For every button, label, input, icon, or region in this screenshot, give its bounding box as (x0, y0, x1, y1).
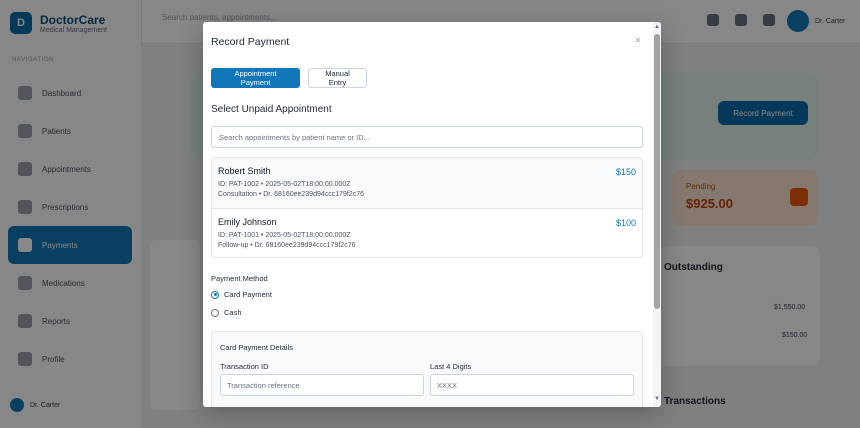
appointment-amount: $150 (615, 167, 636, 177)
card-payment-radio[interactable] (211, 290, 219, 299)
transaction-id-label: Transaction ID (220, 362, 269, 371)
list-item[interactable]: Emily Johnson ID: PAT-1001 • 2025-05-02T… (212, 208, 642, 257)
section-title: Select Unpaid Appointment (211, 104, 332, 115)
modal-scrollbar[interactable]: ▲ ▼ (653, 22, 661, 407)
scroll-thumb[interactable] (654, 34, 660, 309)
cash-radio[interactable] (211, 308, 219, 317)
last4-label: Last 4 Digits (430, 362, 472, 371)
record-payment-modal: Record Payment ✕ Appointment Payment Man… (203, 22, 661, 407)
last4-field[interactable] (430, 374, 634, 396)
scroll-up-icon[interactable]: ▲ (654, 24, 660, 30)
appointment-detail-line: Consultation • Dr. 68160ee239d94ccc179f2… (218, 191, 365, 198)
scroll-down-icon[interactable]: ▼ (654, 396, 660, 402)
appointment-list: Robert Smith ID: PAT-1002 • 2025-05-02T1… (211, 157, 643, 258)
payment-method-label: Payment Method (211, 274, 268, 283)
appointment-id-line: ID: PAT-1002 • 2025-05-02T18:00:00.000Z (218, 181, 351, 188)
close-icon[interactable]: ✕ (633, 36, 643, 46)
tab-manual-entry[interactable]: Manual Entry (308, 68, 367, 88)
cash-option[interactable]: Cash (211, 308, 242, 317)
cash-label: Cash (224, 308, 242, 317)
card-details-title: Card Payment Details (220, 343, 293, 352)
card-payment-label: Card Payment (224, 290, 272, 299)
appointment-search-input[interactable] (211, 126, 643, 148)
list-item[interactable]: Robert Smith ID: PAT-1002 • 2025-05-02T1… (212, 158, 642, 208)
payment-type-tabs: Appointment Payment Manual Entry (211, 68, 367, 88)
modal-header: Record Payment (203, 22, 653, 62)
appointment-amount: $100 (615, 218, 636, 228)
patient-name: Emily Johnson (218, 217, 277, 227)
patient-name: Robert Smith (218, 166, 271, 176)
card-payment-option[interactable]: Card Payment (211, 290, 272, 299)
appointment-id-line: ID: PAT-1001 • 2025-05-02T18:00:00.000Z (218, 232, 351, 239)
card-payment-details: Card Payment Details Transaction ID Last… (211, 331, 643, 407)
transaction-id-field[interactable] (220, 374, 424, 396)
tab-appointment-payment[interactable]: Appointment Payment (211, 68, 300, 88)
appointment-detail-line: Follow-up • Dr. 68160ee239d94ccc179f2c76 (218, 242, 356, 249)
modal-title: Record Payment (211, 36, 290, 48)
